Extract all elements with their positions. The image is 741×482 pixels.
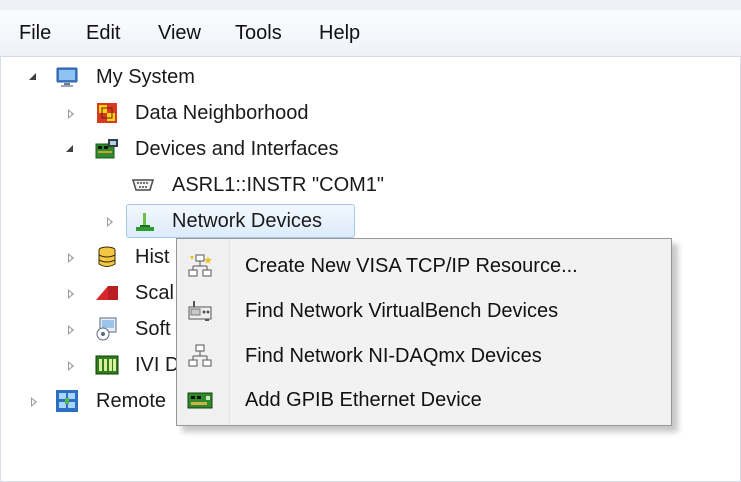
expand-arrow-icon[interactable] <box>63 319 79 339</box>
software-icon <box>96 317 117 341</box>
menu-item-label: Add GPIB Ethernet Device <box>245 389 482 411</box>
menu-edit[interactable]: Edit <box>86 20 120 46</box>
menu-item-label: Create New VISA TCP/IP Resource... <box>245 255 578 277</box>
tcpip-resource-icon <box>188 254 212 277</box>
tree-item-ivi-drivers[interactable]: IVI D <box>0 348 200 382</box>
ivi-drivers-icon <box>95 355 119 375</box>
tree-item-software[interactable]: Soft <box>0 312 200 346</box>
network-daqmx-icon <box>188 344 212 367</box>
menu-tools[interactable]: Tools <box>235 20 282 46</box>
collapse-arrow-icon[interactable] <box>63 139 79 159</box>
expand-arrow-icon[interactable] <box>63 283 79 303</box>
tree-label: Network Devices <box>172 210 323 232</box>
tree-label: Remote <box>96 390 167 412</box>
expand-arrow-icon[interactable] <box>63 355 79 375</box>
expand-arrow-icon[interactable] <box>63 103 79 123</box>
menu-item-find-virtualbench[interactable]: Find Network VirtualBench Devices <box>179 290 669 332</box>
scales-icon <box>96 286 118 300</box>
expand-arrow-icon[interactable] <box>63 247 79 267</box>
menu-bar: File Edit View Tools Help <box>0 10 741 57</box>
context-menu: Create New VISA TCP/IP Resource... Find … <box>176 238 672 426</box>
menu-item-label: Find Network VirtualBench Devices <box>245 300 559 322</box>
tree-label: My System <box>96 66 195 88</box>
tree-item-data-neighborhood[interactable]: Data Neighborhood <box>0 96 400 130</box>
collapse-arrow-icon[interactable] <box>26 67 42 87</box>
menu-help[interactable]: Help <box>319 20 360 46</box>
tree-label: Data Neighborhood <box>135 102 309 124</box>
data-neighborhood-icon <box>97 103 117 123</box>
tree-label: ASRL1::INSTR "COM1" <box>172 174 385 196</box>
menu-file[interactable]: File <box>19 20 51 46</box>
tree-label: Soft <box>135 318 171 340</box>
tree-item-my-system[interactable]: My System <box>0 60 400 94</box>
menu-item-create-tcpip-resource[interactable]: Create New VISA TCP/IP Resource... <box>179 245 669 287</box>
virtualbench-icon <box>188 301 212 321</box>
computer-icon <box>56 67 78 87</box>
expand-arrow-icon[interactable] <box>102 211 118 231</box>
menu-item-label: Find Network NI-DAQmx Devices <box>245 345 542 367</box>
serial-port-icon <box>131 179 155 191</box>
title-strip <box>0 0 741 10</box>
network-devices-icon <box>136 213 154 231</box>
remote-systems-icon <box>56 390 78 412</box>
menu-item-find-daqmx[interactable]: Find Network NI-DAQmx Devices <box>179 335 669 377</box>
tree-label: IVI D <box>135 354 180 376</box>
menu-view[interactable]: View <box>158 20 201 46</box>
devices-icon <box>95 139 118 159</box>
menu-item-add-gpib-ethernet[interactable]: Add GPIB Ethernet Device <box>179 379 669 421</box>
expand-arrow-icon[interactable] <box>26 391 42 411</box>
tree-item-historical-data[interactable]: Hist <box>0 240 200 274</box>
tree-item-scales[interactable]: Scal <box>0 276 200 310</box>
tree-label: Scal <box>135 282 174 304</box>
tree-label: Devices and Interfaces <box>135 138 339 160</box>
tree-item-remote-systems[interactable]: Remote <box>0 384 200 418</box>
gpib-ethernet-icon <box>187 392 213 409</box>
database-icon <box>98 246 116 267</box>
tree-item-devices-and-interfaces[interactable]: Devices and Interfaces <box>0 132 400 166</box>
tree-item-network-devices[interactable]: Network Devices <box>0 204 400 238</box>
tree-item-asrl1[interactable]: ASRL1::INSTR "COM1" <box>0 168 460 202</box>
tree-label: Hist <box>135 246 170 268</box>
